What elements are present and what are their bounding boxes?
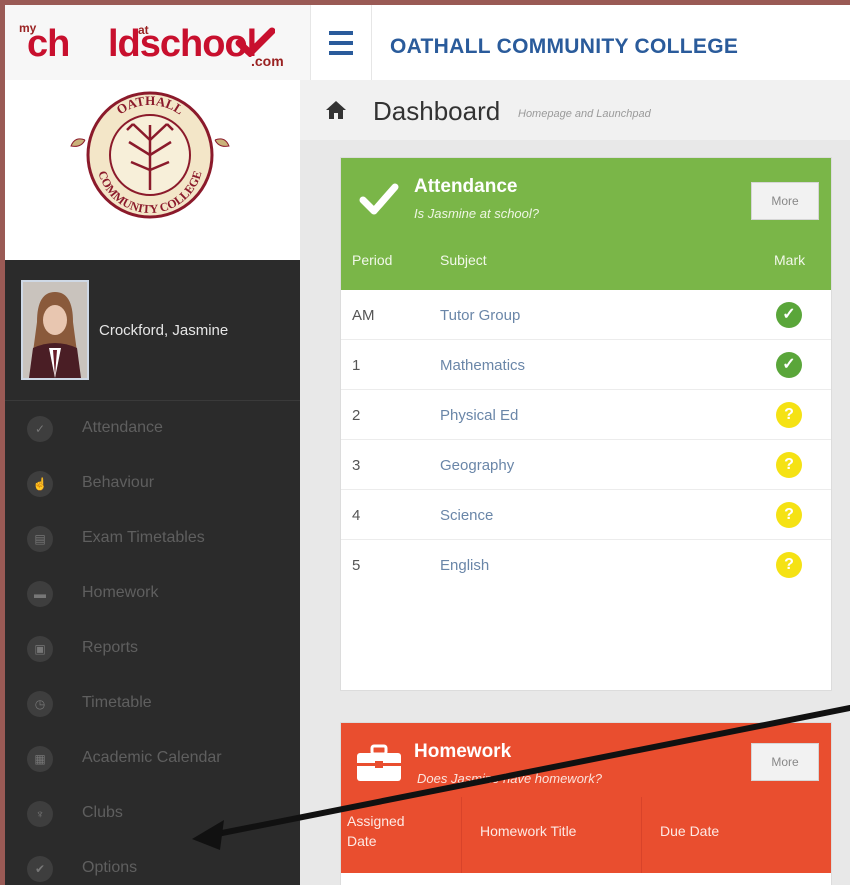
table-row: 3 Geography ? xyxy=(341,440,831,490)
column-header-mark: Mark xyxy=(774,252,806,268)
row-period: 3 xyxy=(352,457,361,474)
homework-panel-header: Homework Does Jasmine have homework? Mor… xyxy=(341,723,831,873)
check-icon: ✓ xyxy=(27,416,53,442)
student-photo-icon xyxy=(23,282,87,378)
unknown-mark-icon: ? xyxy=(776,502,802,528)
student-profile[interactable]: Crockford, Jasmine xyxy=(5,260,300,401)
table-row: 4 Science ? xyxy=(341,490,831,540)
check-circle-icon: ✔ xyxy=(27,856,53,882)
school-crest-icon: OATHALL COMMUNITY COLLEGE xyxy=(70,91,230,219)
sidebar-item-academic-calendar[interactable]: ▦ Academic Calendar xyxy=(5,732,300,787)
hamburger-line xyxy=(329,31,353,35)
column-header-homework-title: Homework Title xyxy=(480,823,577,839)
sidebar-item-options[interactable]: ✔ Options xyxy=(5,842,300,885)
row-subject-link[interactable]: Science xyxy=(440,507,493,524)
briefcase-icon xyxy=(357,744,401,781)
row-subject-link[interactable]: Tutor Group xyxy=(440,307,520,324)
row-subject-link[interactable]: Mathematics xyxy=(440,357,525,374)
table-row: 5 English ? xyxy=(341,540,831,589)
dashboard-header: Dashboard Homepage and Launchpad xyxy=(300,80,850,140)
unknown-mark-icon: ? xyxy=(776,552,802,578)
column-header-due-date: Due Date xyxy=(660,823,720,839)
attendance-rows: AM Tutor Group ✓ 1 Mathematics ✓ 2 Physi… xyxy=(341,290,831,589)
sidebar-item-label: Clubs xyxy=(82,804,123,821)
sidebar-item-reports[interactable]: ▣ Reports xyxy=(5,622,300,677)
sidebar-nav: ✓ Attendance ☝ Behaviour ▤ Exam Timetabl… xyxy=(5,402,300,885)
calendar-icon: ▤ xyxy=(27,526,53,552)
check-icon xyxy=(359,183,399,215)
sidebar-item-label: Timetable xyxy=(82,694,152,711)
hamburger-line xyxy=(329,51,353,55)
row-period: 1 xyxy=(352,357,361,374)
sidebar: OATHALL COMMUNITY COLLEGE Crockford, Jas… xyxy=(5,80,300,885)
page-subtitle: Homepage and Launchpad xyxy=(518,108,651,120)
sidebar-item-label: Homework xyxy=(82,584,159,601)
clock-icon: ◷ xyxy=(27,691,53,717)
logo-ch: ch xyxy=(27,23,70,65)
column-divider xyxy=(641,797,642,873)
row-period: 5 xyxy=(352,557,361,574)
column-header-period: Period xyxy=(352,252,393,268)
homework-title: Homework xyxy=(414,741,512,762)
menu-toggle-button[interactable] xyxy=(317,25,367,61)
table-row: AM Tutor Group ✓ xyxy=(341,290,831,340)
sidebar-item-attendance[interactable]: ✓ Attendance xyxy=(5,402,300,457)
attendance-title: Attendance xyxy=(414,176,518,197)
attendance-subtitle: Is Jasmine at school? xyxy=(414,206,540,221)
unknown-mark-icon: ? xyxy=(776,452,802,478)
sidebar-item-behaviour[interactable]: ☝ Behaviour xyxy=(5,457,300,512)
student-name: Crockford, Jasmine xyxy=(99,322,229,339)
top-bar: my ch at ldschool .com OATHALL COMMUNITY… xyxy=(5,5,850,81)
thumbs-up-icon: ☝ xyxy=(27,471,53,497)
homework-panel: Homework Does Jasmine have homework? Mor… xyxy=(340,722,832,885)
app-frame: my ch at ldschool .com OATHALL COMMUNITY… xyxy=(5,5,850,885)
sidebar-item-label: Reports xyxy=(82,639,139,656)
row-period: 2 xyxy=(352,407,361,424)
report-icon: ▣ xyxy=(27,636,53,662)
present-mark-icon: ✓ xyxy=(776,302,802,328)
row-period: 4 xyxy=(352,507,361,524)
row-subject-link[interactable]: Physical Ed xyxy=(440,407,518,424)
attendance-panel: Attendance Is Jasmine at school? More Pe… xyxy=(340,157,832,691)
hamburger-line xyxy=(329,41,353,45)
sidebar-item-label: Exam Timetables xyxy=(82,529,205,546)
column-header-subject: Subject xyxy=(440,252,487,268)
sidebar-item-homework[interactable]: ▬ Homework xyxy=(5,567,300,622)
homework-more-button[interactable]: More xyxy=(751,743,819,781)
column-divider xyxy=(461,797,462,873)
page-title: Dashboard xyxy=(373,96,501,126)
trophy-icon: ♆ xyxy=(27,801,53,827)
table-row: 1 Mathematics ✓ xyxy=(341,340,831,390)
attendance-more-button[interactable]: More xyxy=(751,182,819,220)
school-name: OATHALL COMMUNITY COLLEGE xyxy=(390,35,739,58)
homework-subtitle: Does Jasmine have homework? xyxy=(417,771,602,786)
sidebar-item-label: Attendance xyxy=(82,419,163,436)
logo-school: ldschool xyxy=(108,23,257,65)
present-mark-icon: ✓ xyxy=(776,352,802,378)
sidebar-item-label: Academic Calendar xyxy=(82,749,222,766)
home-icon[interactable] xyxy=(325,100,347,120)
row-subject-link[interactable]: Geography xyxy=(440,457,514,474)
column-header-assigned-date: Assigned Date xyxy=(347,813,405,849)
sidebar-item-clubs[interactable]: ♆ Clubs xyxy=(5,787,300,842)
mychildatschool-logo[interactable]: my ch at ldschool .com xyxy=(5,5,311,80)
calendar-icon: ▦ xyxy=(27,746,53,772)
logo-com: .com xyxy=(251,53,284,69)
sidebar-item-label: Behaviour xyxy=(82,474,155,491)
row-period: AM xyxy=(352,307,375,324)
unknown-mark-icon: ? xyxy=(776,402,802,428)
header-divider xyxy=(371,5,372,80)
sidebar-item-exam-timetables[interactable]: ▤ Exam Timetables xyxy=(5,512,300,567)
attendance-panel-header: Attendance Is Jasmine at school? More Pe… xyxy=(341,158,831,290)
avatar xyxy=(21,280,89,380)
sidebar-item-timetable[interactable]: ◷ Timetable xyxy=(5,677,300,732)
briefcase-icon: ▬ xyxy=(27,581,53,607)
sidebar-item-label: Options xyxy=(82,859,138,876)
row-subject-link[interactable]: English xyxy=(440,557,489,574)
table-row: 2 Physical Ed ? xyxy=(341,390,831,440)
school-crest-area: OATHALL COMMUNITY COLLEGE xyxy=(5,80,300,260)
